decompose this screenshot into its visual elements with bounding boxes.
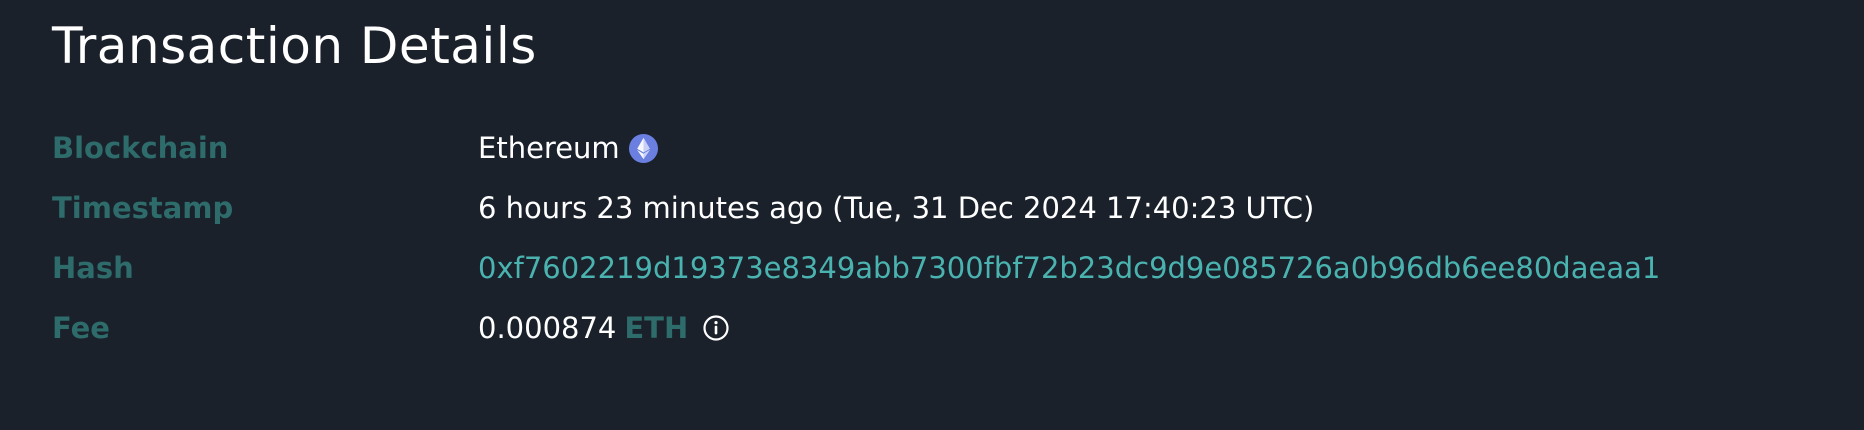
blockchain-value: Ethereum bbox=[478, 131, 620, 165]
page-title: Transaction Details bbox=[52, 17, 537, 75]
fee-value-container: 0.000874 ETH bbox=[478, 311, 730, 345]
detail-row-blockchain: Blockchain Ethereum bbox=[52, 118, 1832, 178]
timestamp-label: Timestamp bbox=[52, 191, 234, 225]
timestamp-value: 6 hours 23 minutes ago (Tue, 31 Dec 2024… bbox=[478, 191, 1315, 225]
transaction-details-panel: Transaction Details Blockchain Ethereum … bbox=[52, 0, 1832, 430]
ethereum-icon bbox=[628, 133, 658, 163]
detail-row-timestamp: Timestamp 6 hours 23 minutes ago (Tue, 3… bbox=[52, 178, 1832, 238]
fee-amount: 0.000874 bbox=[478, 311, 617, 345]
blockchain-label: Blockchain bbox=[52, 131, 229, 165]
info-icon[interactable] bbox=[702, 314, 730, 342]
detail-row-fee: Fee 0.000874 ETH bbox=[52, 298, 1832, 358]
hash-label: Hash bbox=[52, 251, 134, 285]
blockchain-value-container: Ethereum bbox=[478, 131, 659, 165]
fee-label: Fee bbox=[52, 311, 110, 345]
fee-unit: ETH bbox=[624, 311, 689, 345]
transaction-hash-link[interactable]: 0xf7602219d19373e8349abb7300fbf72b23dc9d… bbox=[478, 251, 1660, 285]
detail-row-hash: Hash 0xf7602219d19373e8349abb7300fbf72b2… bbox=[52, 238, 1832, 298]
